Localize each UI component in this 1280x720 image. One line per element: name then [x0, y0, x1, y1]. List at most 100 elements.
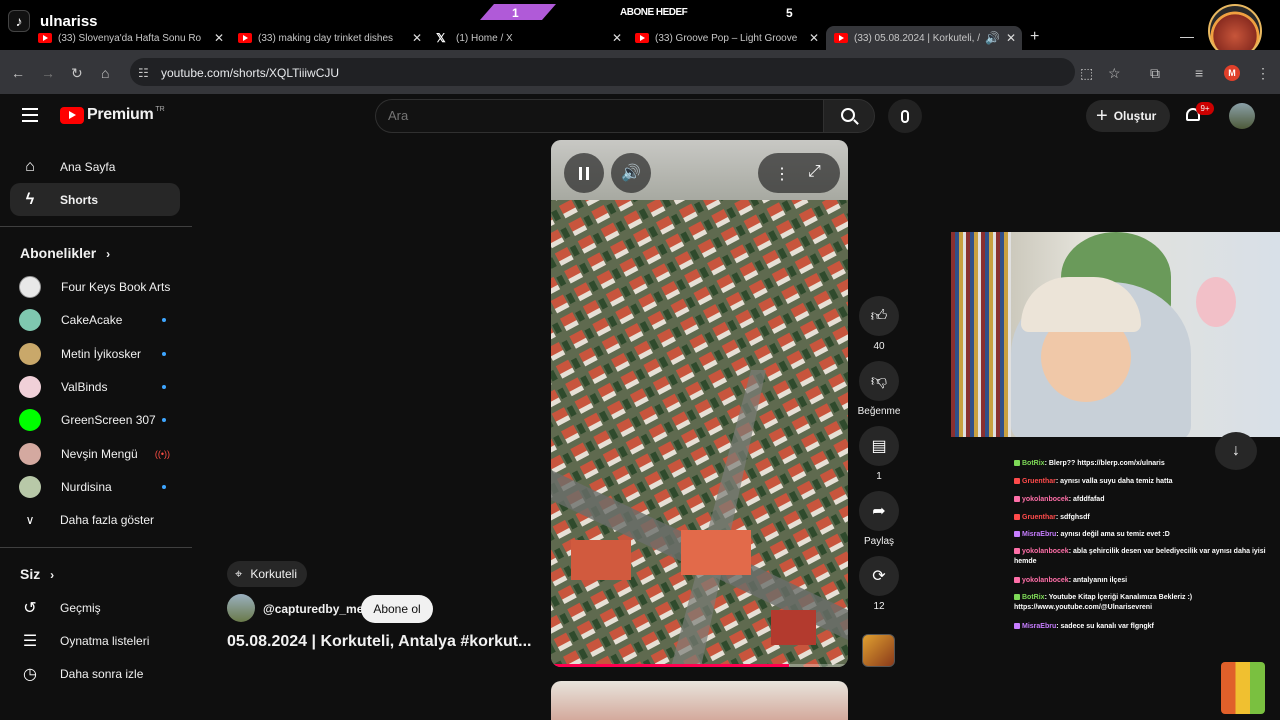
- extensions-icon[interactable]: ⧉: [1150, 66, 1160, 80]
- browser-tab[interactable]: (33) Groove Pop – Light Groove ✕: [635, 26, 819, 50]
- sidebar-item-subscription[interactable]: ValBinds: [10, 370, 180, 403]
- chat-badge-icon: [1014, 531, 1020, 538]
- chat-message: BotRix: Youtube Kitap İçeriği Kanalımıza…: [1014, 593, 1272, 613]
- youtube-logo[interactable]: Premium TR: [60, 106, 165, 124]
- sidebar-item-home[interactable]: ⌂ Ana Sayfa: [10, 150, 180, 183]
- close-icon[interactable]: ✕: [1006, 31, 1016, 45]
- sidebar-item-playlists[interactable]: ☰ Oynatma listeleri: [10, 624, 180, 657]
- bookshelf: [951, 232, 1011, 437]
- you-heading[interactable]: Siz ›: [20, 566, 54, 582]
- chat-text: aynısı değil ama su temiz evet :D: [1060, 531, 1170, 538]
- browser-tab-active[interactable]: (33) 05.08.2024 | Korkuteli, / 🔊 ✕: [826, 26, 1022, 50]
- goal-label: ABONE HEDEF: [620, 7, 688, 18]
- media-icon[interactable]: ≡: [1195, 66, 1203, 80]
- subscriptions-heading[interactable]: Abonelikler ›: [20, 245, 110, 261]
- video-progress-bar[interactable]: [551, 664, 848, 667]
- close-icon[interactable]: ✕: [809, 31, 819, 45]
- hamburger-menu-icon[interactable]: [22, 108, 38, 122]
- new-content-dot: [162, 317, 166, 322]
- sidebar-item-subscription[interactable]: CakeAcake: [10, 303, 180, 336]
- chat-text: antalyanın ilçesi: [1072, 577, 1128, 584]
- volume-icon: 🔊: [621, 165, 641, 182]
- sidebar-item-label: Daha sonra izle: [60, 666, 144, 681]
- search-box[interactable]: [375, 99, 823, 133]
- chat-username: Gruenthar: [1022, 514, 1056, 521]
- chat-username: yokolanbocek: [1022, 496, 1069, 503]
- search-input[interactable]: [388, 108, 788, 123]
- more-options-icon[interactable]: ⋮: [774, 164, 790, 184]
- subscribe-button[interactable]: Abone ol: [361, 595, 433, 623]
- close-icon[interactable]: ✕: [412, 31, 422, 45]
- chat-message: yokolanbocek: afddfafad: [1014, 495, 1272, 505]
- sidebar-item-shorts[interactable]: ϟ Shorts: [10, 183, 180, 216]
- sidebar-item-subscription[interactable]: Nurdisina: [10, 470, 180, 503]
- close-icon[interactable]: ✕: [214, 31, 224, 45]
- chevron-right-icon: ›: [50, 568, 55, 582]
- minimize-button[interactable]: —: [1180, 28, 1194, 44]
- chat-message: MisraEbru: aynısı değil ama su temiz eve…: [1014, 530, 1272, 540]
- site-info-icon[interactable]: ☷: [138, 66, 149, 80]
- home-icon[interactable]: ⌂: [101, 66, 109, 80]
- sidebar-item-history[interactable]: ↺ Geçmiş: [10, 591, 180, 624]
- account-avatar[interactable]: [1229, 103, 1255, 129]
- browser-tab[interactable]: (33) Slovenya'da Hafta Sonu Ro ✕: [38, 26, 224, 50]
- chat-username: yokolanbocek: [1022, 548, 1069, 555]
- new-tab-button[interactable]: +: [1030, 28, 1039, 46]
- more-menu-icon[interactable]: ⋮: [1256, 66, 1270, 80]
- dislike-button[interactable]: 👎︎: [859, 361, 899, 401]
- voice-search-button[interactable]: [888, 99, 922, 133]
- url-text[interactable]: youtube.com/shorts/XQLTiiiwCJU: [161, 66, 339, 80]
- goal-current: 1: [512, 6, 519, 20]
- speaker-icon[interactable]: 🔊: [985, 31, 1000, 45]
- channel-avatar[interactable]: [227, 594, 255, 622]
- chat-text: Blerp?? https://blerp.com/x/ulnaris: [1048, 460, 1165, 467]
- sidebar-item-subscription[interactable]: GreenScreen 307: [10, 403, 180, 436]
- browser-tab[interactable]: 𝕏 (1) Home / X ✕: [436, 26, 622, 50]
- microphone-icon: [901, 109, 909, 123]
- back-icon[interactable]: ←: [11, 66, 25, 80]
- pause-button[interactable]: [564, 153, 604, 193]
- webcam-overlay: [951, 232, 1280, 437]
- close-icon[interactable]: ✕: [612, 31, 622, 45]
- sidebar-item-watch-later[interactable]: ◷ Daha sonra izle: [10, 657, 180, 690]
- clock-icon: ◷: [23, 665, 37, 683]
- notifications-button[interactable]: 9+: [1184, 102, 1214, 128]
- short-video-player[interactable]: 🔊 ⋮ ⤢: [551, 140, 848, 667]
- chat-message: Gruenthar: aynısı valla suyu daha temiz …: [1014, 477, 1272, 487]
- sidebar-item-subscription[interactable]: Nevşin Mengü ((•)): [10, 437, 180, 470]
- show-more-label: Daha fazla göster: [60, 512, 155, 527]
- home-icon: ⌂: [25, 157, 35, 175]
- sidebar-divider: [0, 547, 192, 548]
- sidebar-item-label: CakeAcake: [61, 312, 123, 327]
- create-label: Oluştur: [1113, 109, 1157, 123]
- volume-button[interactable]: 🔊: [611, 153, 651, 193]
- short-title[interactable]: 05.08.2024 | Korkuteli, Antalya #korkut.…: [227, 633, 547, 651]
- location-chip[interactable]: ⌖ Korkuteli: [227, 561, 308, 587]
- install-app-icon[interactable]: ⬚: [1080, 66, 1093, 80]
- chat-badge-icon: [1014, 478, 1020, 485]
- create-button[interactable]: + Oluştur: [1086, 100, 1170, 132]
- chat-badge-icon: [1014, 594, 1020, 601]
- search-button[interactable]: [823, 99, 875, 133]
- browser-tab[interactable]: (33) making clay trinket dishes ✕: [238, 26, 422, 50]
- channel-handle[interactable]: @capturedby_me: [263, 602, 363, 616]
- chat-message: yokolanbocek: antalyanın ilçesi: [1014, 576, 1272, 586]
- like-button[interactable]: 👍︎: [859, 296, 899, 336]
- chat-badge-icon: [1014, 460, 1020, 467]
- sidebar-item-subscription[interactable]: Four Keys Book Arts: [10, 270, 180, 303]
- show-more-button[interactable]: ∨ Daha fazla göster: [10, 503, 180, 536]
- profile-avatar[interactable]: M: [1224, 65, 1240, 81]
- forward-icon[interactable]: →: [41, 66, 55, 80]
- sidebar-item-subscription[interactable]: Metin İyikosker: [10, 337, 180, 370]
- avatar: [19, 442, 41, 465]
- chat-text: aynısı valla suyu daha temiz hatta: [1060, 478, 1173, 485]
- bookmark-star-icon[interactable]: ☆: [1108, 66, 1121, 80]
- next-short-preview[interactable]: [551, 681, 848, 720]
- reload-icon[interactable]: ↻: [71, 66, 83, 80]
- comments-button[interactable]: ▤: [859, 426, 899, 466]
- x-icon: 𝕏: [436, 31, 446, 45]
- share-button[interactable]: ➦: [859, 491, 899, 531]
- fullscreen-icon[interactable]: ⤢: [808, 163, 821, 181]
- sound-thumbnail[interactable]: [862, 634, 895, 667]
- remix-button[interactable]: ⟳: [859, 556, 899, 596]
